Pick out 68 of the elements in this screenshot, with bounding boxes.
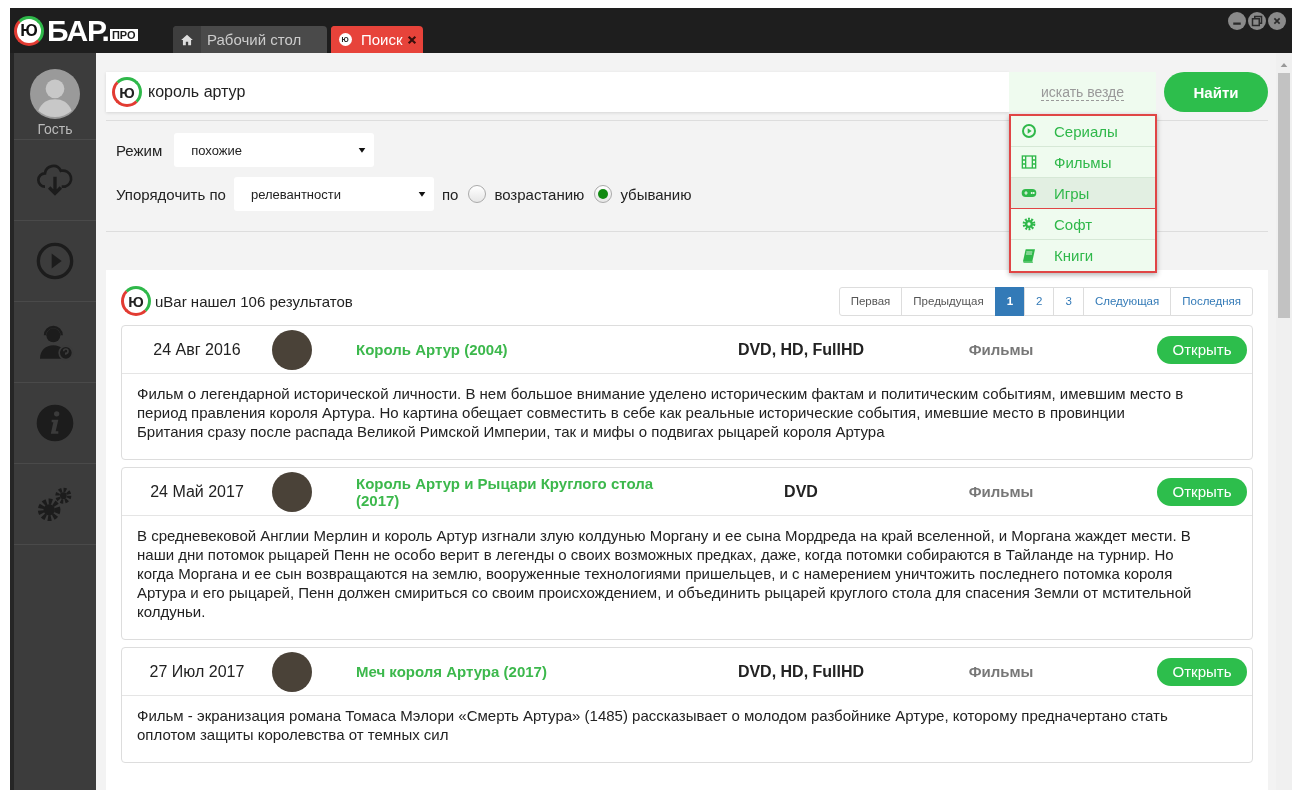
result-title-link[interactable]: Меч короля Артура (2017)	[356, 663, 676, 680]
scrollbar-thumb[interactable]	[1278, 73, 1290, 318]
result-title-link[interactable]: Король Артур (2004)	[356, 341, 676, 358]
radio-label[interactable]: возрастанию	[494, 185, 585, 203]
radio-label[interactable]: убыванию	[620, 185, 692, 203]
info-icon	[35, 403, 75, 443]
result-category: Фильмы	[967, 663, 1035, 680]
result-date: 24 Май 2017	[149, 482, 245, 501]
logo-mark: Ю	[14, 15, 44, 46]
open-button[interactable]: Открыть	[1157, 477, 1247, 506]
menu-item[interactable]: Софт	[1011, 209, 1155, 240]
poster-placeholder	[272, 329, 312, 370]
result-category: Фильмы	[967, 483, 1035, 500]
user-name[interactable]: Гость	[37, 121, 73, 137]
dropdown-caret-icon	[358, 146, 367, 154]
tab-label: Рабочий стол	[206, 31, 303, 48]
close-icon	[1268, 12, 1286, 30]
avatar-icon	[30, 69, 80, 119]
tab[interactable]: Рабочий стол	[173, 26, 327, 53]
restore-icon	[1248, 12, 1266, 30]
search-button[interactable]: Найти	[1164, 72, 1268, 112]
poster-placeholder	[272, 651, 312, 692]
home-icon	[180, 32, 194, 47]
result-formats: DVD, HD, FullHD	[736, 340, 866, 359]
book-icon	[1021, 247, 1037, 264]
film-icon	[1021, 154, 1037, 170]
app-name-suffix: ПРО	[109, 28, 138, 41]
play-icon	[1021, 123, 1037, 139]
result-description: Фильм о легендарной исторической личности. В нем большое внимание уделено историческим фактам и политическим событиям, имевшим место в период правления короля Артура. Но картина обещает совместить в себе как реальные исторические события, имевшие место в провинции Британия сразу после распада Великой Римской Империи, так и мифы о подвигах рыцарей короля Артура	[136, 384, 1185, 442]
result-description: Фильм - экранизация романа Томаса Мэлори «Смерть Артура» (1485) рассказывает о молодом разбойнике Артуре, которому предначертано стать оплотом защиты королевства от темных сил	[136, 706, 1169, 745]
search-input[interactable]: король артур	[142, 77, 1009, 107]
result-description: В средневековой Англии Мерлин и король Артур изгнали злую колдунью Моргану и ее сына Мордреда на край вселенной, и Моргана жаждет мести. В наши дни потомок рыцарей Пенн не особо верит в легенды о своих возможных предках, даже, когда потомки собираются в Тайланде на турнир. Но когда Моргана и ее сын возвращаются на землю, вооруженные технологиями пришельцев, и с намерением уничтожить последнего потомка короля Артура и его рыцарей, Пенн должен смириться со своим происхождением, и объединить рыцарей круглого стола для спасения Земли от мстительной колдуньи.	[136, 526, 1193, 622]
page-button[interactable]: 3	[1053, 286, 1084, 316]
result-title-link[interactable]: Король Артур и Рыцари Круглого стола (2017)	[356, 474, 676, 509]
logo-mark: Ю	[112, 77, 142, 107]
sort-dropdown[interactable]: релевантности	[233, 177, 434, 211]
result-formats: DVD, HD, FullHD	[736, 662, 866, 681]
page-button[interactable]: Следующая	[1082, 286, 1172, 316]
tab-label: Поиск	[360, 31, 404, 48]
open-button[interactable]: Открыть	[1157, 335, 1247, 364]
menu-item[interactable]: Книги	[1011, 240, 1155, 271]
results-count: uBar нашел 106 результатов	[155, 292, 353, 310]
logo-mark: Ю	[121, 286, 151, 316]
mode-label: Режим	[116, 141, 163, 159]
dropdown-caret-icon	[417, 190, 426, 198]
result-date: 24 Авг 2016	[152, 340, 242, 359]
page-button[interactable]: Предыдущая	[901, 286, 996, 316]
poster-placeholder	[272, 471, 312, 512]
open-button[interactable]: Открыть	[1157, 657, 1247, 686]
sort-order-label: по	[441, 185, 459, 203]
result-date: 27 Июл 2017	[148, 662, 246, 681]
radio-button[interactable]	[594, 185, 613, 203]
page-button[interactable]: Первая	[838, 286, 903, 316]
minimize-icon	[1228, 12, 1246, 30]
mode-dropdown[interactable]: похожие	[174, 133, 375, 167]
sort-label: Упорядочить по	[116, 185, 226, 203]
play-icon	[35, 241, 75, 281]
menu-item[interactable]: Сериалы	[1011, 116, 1155, 147]
gear-icon	[1021, 216, 1037, 232]
page-button[interactable]: 2	[1024, 286, 1055, 316]
radio-button[interactable]	[468, 185, 487, 203]
app-name: БАР.	[47, 13, 109, 48]
page-button[interactable]: Последняя	[1170, 286, 1253, 316]
scroll-up-icon	[1280, 61, 1288, 69]
result-category: Фильмы	[967, 341, 1035, 358]
result-formats: DVD	[783, 482, 819, 501]
close-icon	[406, 34, 417, 45]
search-field[interactable]: Ю король артур	[106, 72, 1009, 112]
